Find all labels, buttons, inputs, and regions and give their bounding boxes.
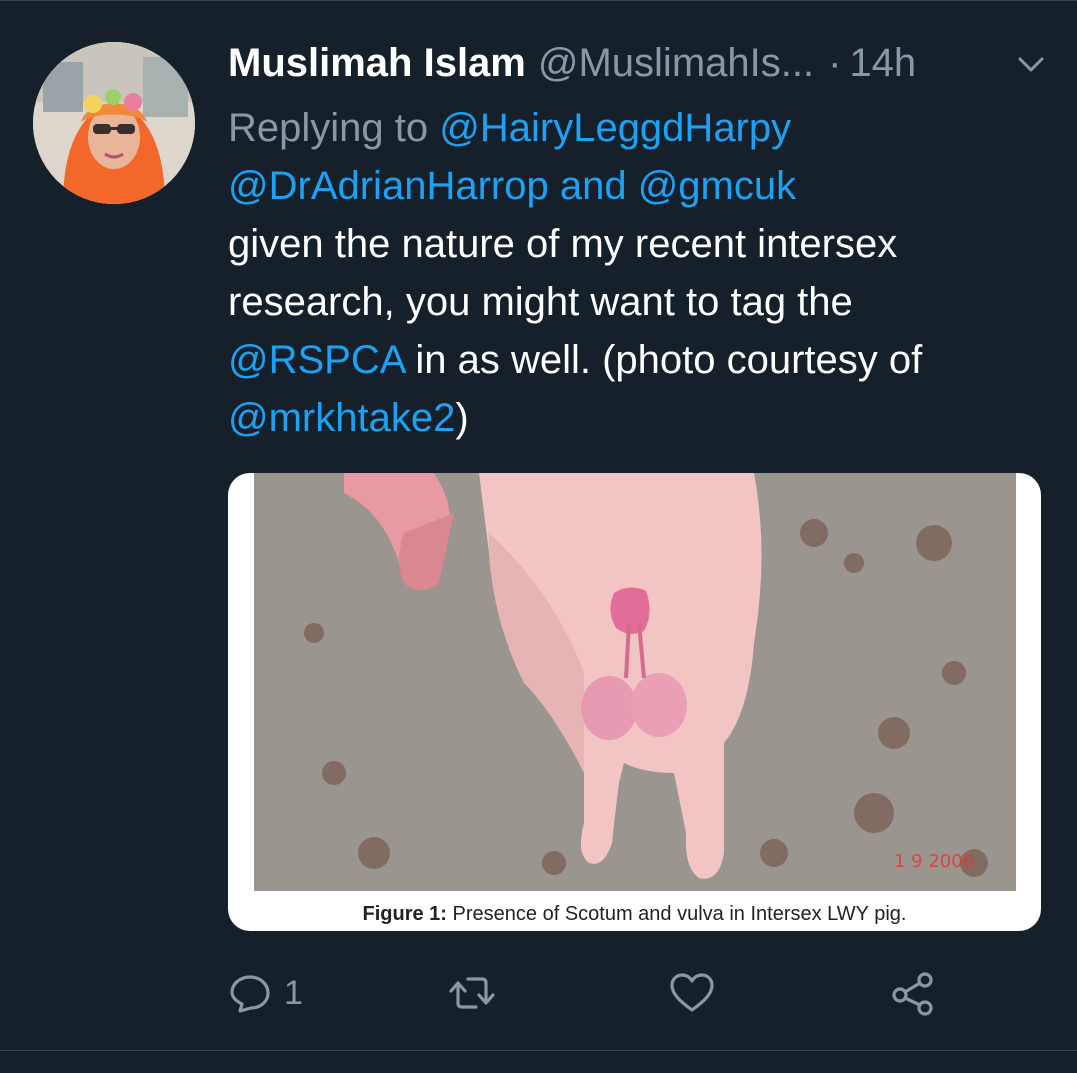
tweet[interactable]: Muslimah Islam @MuslimahIs... · 14h Repl… (0, 0, 1077, 1073)
tweet-actions: 1 (228, 963, 988, 1023)
reply-handle-link[interactable]: @gmcuk (638, 164, 796, 208)
tweet-text-part: ) (455, 396, 469, 440)
reply-handle-link[interactable]: @HairyLeggdHarpy (439, 106, 791, 150)
avatar[interactable] (33, 42, 195, 204)
like-button[interactable] (668, 963, 728, 1023)
like-icon[interactable] (668, 971, 716, 1015)
timestamp[interactable]: 14h (849, 39, 916, 87)
tweet-content: Muslimah Islam @MuslimahIs... · 14h Repl… (228, 39, 1048, 447)
reply-button[interactable]: 1 (228, 963, 303, 1023)
author-handle[interactable]: @MuslimahIs... (538, 39, 814, 87)
share-icon[interactable] (888, 969, 936, 1017)
reply-count: 1 (284, 973, 303, 1012)
reply-handle-link[interactable]: @DrAdrianHarrop (228, 164, 549, 208)
photo-date-stamp: 1 9 2006 (894, 851, 974, 872)
figure-caption-text: Presence of Scotum and vulva in Intersex… (452, 903, 907, 925)
retweet-icon[interactable] (448, 971, 496, 1015)
replying-to: Replying to @HairyLeggdHarpy @DrAdrianHa… (228, 99, 1048, 215)
tweet-media[interactable]: 1 9 2006 Figure 1: Presence of Scotum an… (228, 473, 1041, 931)
figure-caption: Figure 1: Presence of Scotum and vulva i… (228, 903, 1041, 926)
header-separator: · (828, 41, 842, 85)
tweet-header: Muslimah Islam @MuslimahIs... · 14h (228, 39, 1048, 87)
retweet-button[interactable] (448, 963, 508, 1023)
figure-label: Figure 1: (362, 903, 447, 925)
replying-prefix: Replying to (228, 106, 429, 150)
chevron-down-icon[interactable] (1016, 53, 1046, 77)
mention-link[interactable]: @mrkhtake2 (228, 396, 455, 440)
tweet-text-part: given the nature of my recent intersex r… (228, 222, 898, 324)
tweet-text-part: in as well. (photo courtesy of (415, 338, 923, 382)
pig-photo: 1 9 2006 (254, 473, 1016, 891)
reply-and[interactable]: and (560, 164, 627, 208)
share-button[interactable] (888, 963, 936, 1023)
tweet-text: given the nature of my recent intersex r… (228, 215, 1048, 447)
mention-link[interactable]: @RSPCA (228, 338, 404, 382)
avatar-image (33, 42, 195, 204)
reply-icon[interactable] (228, 971, 272, 1015)
author-name[interactable]: Muslimah Islam (228, 39, 526, 87)
tweet-divider (0, 1050, 1077, 1051)
